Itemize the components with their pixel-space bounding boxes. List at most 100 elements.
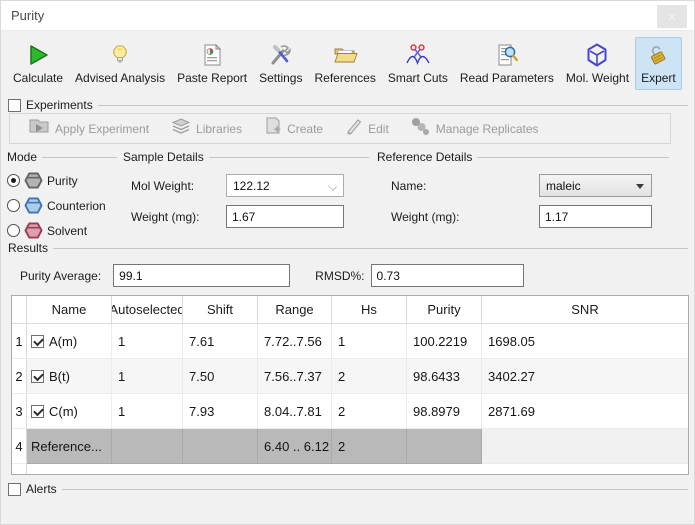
row-number[interactable]: 2	[12, 359, 27, 394]
sample-weight-input[interactable]	[226, 205, 344, 228]
advised-analysis-label: Advised Analysis	[75, 71, 165, 85]
sample-weight-field-label: Weight (mg):	[123, 210, 226, 224]
purity-radio[interactable]	[7, 174, 20, 187]
reference-details-rule	[477, 157, 669, 158]
table-cell-shift[interactable]	[183, 429, 258, 464]
table-filler-cell	[407, 464, 482, 474]
table-filler-cell	[12, 464, 27, 474]
purity-average-input[interactable]	[113, 264, 290, 287]
create-button[interactable]: Create	[256, 114, 337, 143]
column-header-range[interactable]: Range	[258, 296, 332, 324]
table-cell-hs[interactable]: 2	[332, 394, 407, 429]
experiments-group-header: Experiments	[8, 98, 688, 112]
calculate-button[interactable]: Calculate	[7, 37, 69, 90]
column-header-hs[interactable]: Hs	[332, 296, 407, 324]
alerts-group-header: Alerts	[8, 482, 688, 496]
rmsd-input[interactable]	[371, 264, 524, 287]
table-cell-range[interactable]: 7.72..7.56	[258, 324, 332, 359]
main-toolbar: Calculate Advised Analysis	[7, 37, 688, 97]
smart-cuts-label: Smart Cuts	[388, 71, 448, 85]
table-cell-hs[interactable]: 1	[332, 324, 407, 359]
reference-name-combobox[interactable]: maleic	[539, 174, 652, 197]
peak-name: B(t)	[49, 369, 70, 384]
window-title: Purity	[11, 8, 44, 23]
table-cell-autoselected[interactable]: 1	[112, 359, 183, 394]
table-cell-name[interactable]: C(m)	[27, 394, 112, 429]
table-cell-range[interactable]: 6.40 .. 6.12	[258, 429, 332, 464]
table-cell-purity[interactable]: 98.8979	[407, 394, 482, 429]
padlock-icon	[644, 41, 672, 69]
solvent-radio[interactable]	[7, 224, 20, 237]
libraries-button[interactable]: Libraries	[163, 115, 256, 143]
column-header-name[interactable]: Name	[27, 296, 112, 324]
table-cell-autoselected[interactable]: 1	[112, 324, 183, 359]
peaks-table: Name Autoselected Shift Range Hs Purity …	[11, 295, 689, 475]
table-cell-autoselected[interactable]	[112, 429, 183, 464]
peak-enabled-checkbox[interactable]	[31, 370, 44, 383]
mode-group: Mode Purity Counterion	[7, 150, 117, 239]
expert-button[interactable]: Expert	[635, 37, 682, 90]
mode-option-counterion[interactable]: Counterion	[7, 197, 117, 214]
mol-weight-button[interactable]: Mol. Weight	[560, 37, 635, 90]
alerts-checkbox[interactable]	[8, 483, 21, 496]
mode-option-solvent[interactable]: Solvent	[7, 222, 117, 239]
row-number[interactable]: 3	[12, 394, 27, 429]
manage-replicates-button[interactable]: Manage Replicates	[403, 114, 553, 143]
close-button[interactable]: ✕	[657, 5, 687, 28]
replicates-icon	[411, 117, 431, 140]
paste-report-button[interactable]: Paste Report	[171, 37, 253, 90]
read-parameters-button[interactable]: Read Parameters	[454, 37, 560, 90]
table-cell-range[interactable]: 7.56..7.37	[258, 359, 332, 394]
column-header-autoselected[interactable]: Autoselected	[112, 296, 183, 324]
edit-button[interactable]: Edit	[337, 114, 403, 143]
mode-option-purity[interactable]: Purity	[7, 172, 117, 189]
row-number-header[interactable]	[12, 296, 27, 324]
table-cell-snr[interactable]: 1698.05	[482, 324, 688, 359]
table-cell-purity[interactable]: 98.6433	[407, 359, 482, 394]
table-cell-snr[interactable]: 2871.69	[482, 394, 688, 429]
scissors-icon	[404, 41, 432, 69]
table-cell-name[interactable]: A(m)	[27, 324, 112, 359]
table-cell-snr[interactable]	[482, 429, 688, 464]
table-cell-hs[interactable]: 2	[332, 429, 407, 464]
table-cell-hs[interactable]: 2	[332, 359, 407, 394]
table-cell-name[interactable]: Reference...	[27, 429, 112, 464]
column-header-purity[interactable]: Purity	[407, 296, 482, 324]
reference-weight-input[interactable]	[539, 205, 652, 228]
advised-analysis-button[interactable]: Advised Analysis	[69, 37, 171, 90]
mol-weight-field-label: Mol Weight:	[123, 179, 226, 193]
column-header-snr[interactable]: SNR	[482, 296, 688, 324]
mol-weight-combobox[interactable]: 122.12	[226, 174, 344, 197]
table-filler-cell	[112, 464, 183, 474]
purity-radio-label: Purity	[47, 174, 78, 188]
read-parameters-label: Read Parameters	[460, 71, 554, 85]
alerts-label: Alerts	[26, 482, 57, 496]
pencil-icon	[345, 117, 363, 140]
table-cell-purity[interactable]: 100.2219	[407, 324, 482, 359]
sample-details-title: Sample Details	[123, 150, 204, 164]
table-cell-range[interactable]: 8.04..7.81	[258, 394, 332, 429]
play-icon	[24, 41, 52, 69]
experiments-checkbox[interactable]	[8, 99, 21, 112]
table-cell-shift[interactable]: 7.93	[183, 394, 258, 429]
peak-enabled-checkbox[interactable]	[31, 405, 44, 418]
settings-button[interactable]: Settings	[253, 37, 308, 90]
table-cell-snr[interactable]: 3402.27	[482, 359, 688, 394]
table-cell-purity[interactable]	[407, 429, 482, 464]
table-cell-name[interactable]: B(t)	[27, 359, 112, 394]
peak-enabled-checkbox[interactable]	[31, 335, 44, 348]
dropdown-arrow-icon	[636, 184, 644, 189]
references-button[interactable]: References	[308, 37, 381, 90]
table-cell-autoselected[interactable]: 1	[112, 394, 183, 429]
apply-experiment-button[interactable]: Apply Experiment	[20, 115, 163, 142]
chevron-down-icon[interactable]	[329, 182, 337, 190]
results-rule	[53, 248, 688, 249]
table-filler-cell	[482, 464, 688, 474]
column-header-shift[interactable]: Shift	[183, 296, 258, 324]
table-cell-shift[interactable]: 7.61	[183, 324, 258, 359]
smart-cuts-button[interactable]: Smart Cuts	[382, 37, 454, 90]
row-number[interactable]: 1	[12, 324, 27, 359]
row-number[interactable]: 4	[12, 429, 27, 464]
counterion-radio[interactable]	[7, 199, 20, 212]
table-cell-shift[interactable]: 7.50	[183, 359, 258, 394]
